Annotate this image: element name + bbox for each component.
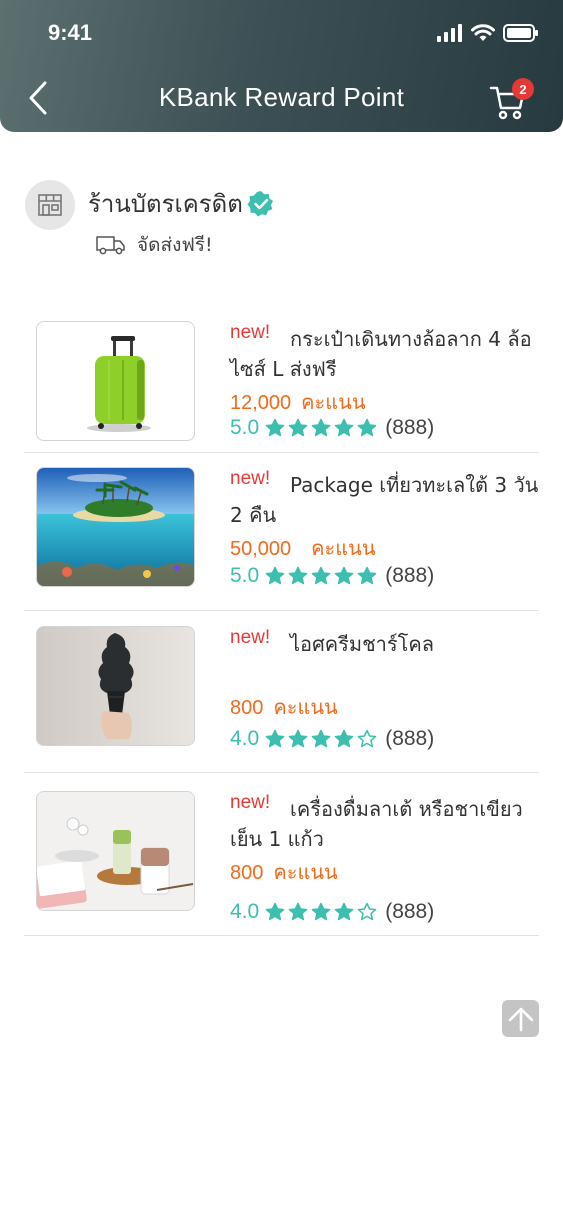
star-filled-icon bbox=[265, 566, 285, 585]
star-filled-icon bbox=[334, 902, 354, 921]
store-name-row[interactable]: ร้านบัตรเครดิต bbox=[88, 184, 275, 223]
product-price: 800 คะแนน bbox=[230, 691, 338, 723]
star-filled-icon bbox=[334, 729, 354, 748]
price-unit: คะแนน bbox=[301, 392, 366, 414]
wifi-icon bbox=[471, 24, 495, 41]
review-count: (888) bbox=[385, 900, 435, 923]
star-filled-icon bbox=[288, 418, 308, 437]
review-count: (888) bbox=[385, 564, 435, 587]
star-filled-icon bbox=[265, 418, 285, 437]
product-image[interactable] bbox=[36, 467, 195, 587]
star-filled-icon bbox=[265, 729, 285, 748]
star-filled-icon bbox=[311, 418, 331, 437]
star-filled-icon bbox=[357, 566, 377, 585]
product-item[interactable]: new! กระเป๋าเดินทางล้อลาก 4 ล้อ ไซส์ L ส… bbox=[24, 310, 539, 453]
star-filled-icon bbox=[334, 418, 354, 437]
product-rating: 5.0 (888) bbox=[230, 564, 434, 588]
product-rating: 4.0 (888) bbox=[230, 727, 434, 751]
review-count: (888) bbox=[385, 416, 435, 439]
product-rating: 5.0 (888) bbox=[230, 416, 434, 440]
rating-score: 5.0 bbox=[230, 416, 260, 439]
app-header: 9:41 KBank Reward Point 2 bbox=[0, 0, 563, 132]
star-rating bbox=[265, 729, 377, 749]
review-count: (888) bbox=[385, 727, 435, 750]
product-image[interactable] bbox=[36, 626, 195, 746]
star-filled-icon bbox=[288, 729, 308, 748]
product-name: ไอศครีมชาร์โคล bbox=[290, 632, 434, 656]
product-price: 12,000 คะแนน bbox=[230, 386, 366, 418]
suitcase-image bbox=[87, 336, 151, 432]
latte-image bbox=[37, 792, 194, 910]
cart-button[interactable]: 2 bbox=[488, 76, 538, 120]
ice-cream-image bbox=[98, 633, 134, 739]
product-price: 800 คะแนน bbox=[230, 856, 338, 888]
storefront-icon bbox=[38, 194, 62, 216]
product-item[interactable]: new! Package เที่ยวทะเลใต้ 3 วัน 2 คืน 5… bbox=[24, 453, 539, 611]
rating-score: 4.0 bbox=[230, 900, 260, 923]
battery-icon bbox=[503, 24, 538, 42]
product-price: 50,000 คะแนน bbox=[230, 532, 376, 564]
product-image[interactable] bbox=[36, 791, 195, 911]
status-time: 9:41 bbox=[48, 20, 93, 45]
product-item[interactable]: new! ไอศครีมชาร์โคล 800 คะแนน 4.0 (888) bbox=[24, 611, 539, 773]
free-delivery-row: จัดส่งฟรี! bbox=[95, 230, 213, 260]
price-unit: คะแนน bbox=[273, 697, 338, 719]
product-name: เครื่องดื่มลาเต้ หรือชาเขียวเย็น 1 แก้ว bbox=[230, 797, 523, 851]
status-icons bbox=[437, 24, 539, 42]
product-list: new! กระเป๋าเดินทางล้อลาก 4 ล้อ ไซส์ L ส… bbox=[24, 310, 539, 936]
star-filled-icon bbox=[357, 418, 377, 437]
price-value: 800 bbox=[230, 697, 264, 719]
price-unit: คะแนน bbox=[273, 862, 338, 884]
cart-count-badge: 2 bbox=[512, 78, 534, 100]
star-outline-icon bbox=[357, 729, 377, 748]
star-outline-icon bbox=[357, 902, 377, 921]
star-filled-icon bbox=[265, 902, 285, 921]
verified-badge-icon bbox=[247, 190, 273, 216]
star-filled-icon bbox=[311, 566, 331, 585]
price-value: 50,000 bbox=[230, 538, 292, 560]
price-unit: คะแนน bbox=[311, 538, 376, 560]
star-rating bbox=[265, 566, 377, 586]
price-value: 12,000 bbox=[230, 392, 292, 414]
star-rating bbox=[265, 902, 377, 922]
star-filled-icon bbox=[288, 566, 308, 585]
delivery-truck-icon bbox=[96, 236, 125, 255]
store-avatar[interactable] bbox=[25, 180, 75, 230]
rating-score: 4.0 bbox=[230, 727, 260, 750]
product-name: Package เที่ยวทะเลใต้ 3 วัน 2 คืน bbox=[230, 473, 539, 527]
signal-icon bbox=[437, 24, 462, 42]
product-image[interactable] bbox=[36, 321, 195, 441]
product-rating: 4.0 (888) bbox=[230, 900, 434, 924]
free-delivery-text: จัดส่งฟรี! bbox=[137, 234, 213, 256]
product-name: กระเป๋าเดินทางล้อลาก 4 ล้อ ไซส์ L ส่งฟรี bbox=[230, 327, 532, 381]
star-filled-icon bbox=[311, 902, 331, 921]
store-name: ร้านบัตรเครดิต bbox=[88, 190, 243, 218]
star-filled-icon bbox=[311, 729, 331, 748]
star-filled-icon bbox=[334, 566, 354, 585]
island-image bbox=[37, 468, 194, 586]
scroll-to-top-button[interactable] bbox=[502, 1000, 539, 1037]
arrow-up-icon bbox=[508, 1007, 533, 1031]
page-title: KBank Reward Point bbox=[158, 82, 405, 112]
price-value: 800 bbox=[230, 862, 264, 884]
rating-score: 5.0 bbox=[230, 564, 260, 587]
star-filled-icon bbox=[288, 902, 308, 921]
star-rating bbox=[265, 418, 377, 438]
product-item[interactable]: new! เครื่องดื่มลาเต้ หรือชาเขียวเย็น 1 … bbox=[24, 773, 539, 936]
